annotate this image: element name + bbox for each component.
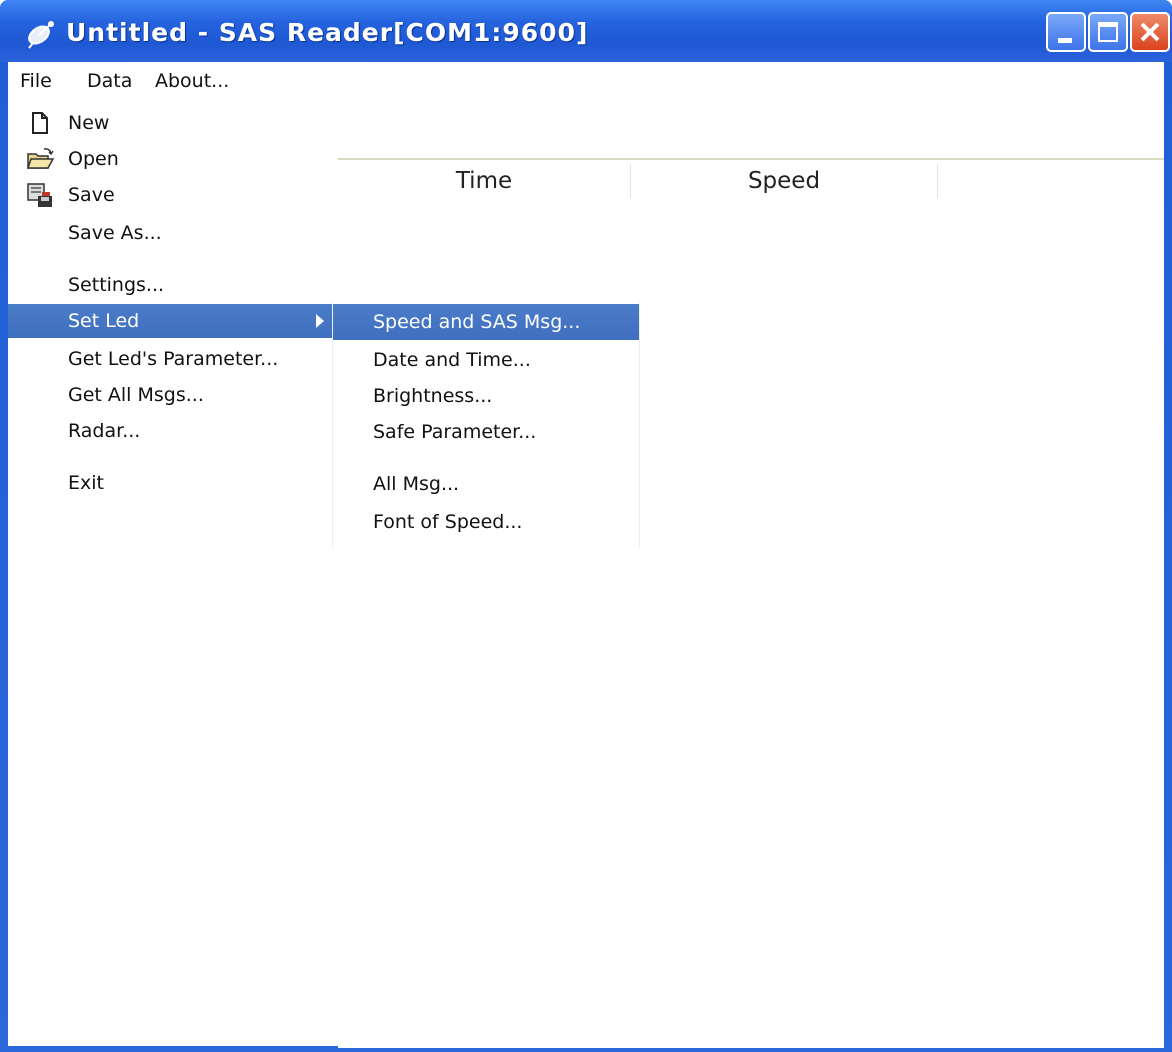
menu-about[interactable]: About... [155,70,229,92]
set-led-submenu: Speed and SAS Msg... Date and Time... Br… [332,302,640,548]
maximize-icon [1098,22,1118,42]
minimize-button[interactable] [1046,12,1086,52]
minimize-icon [1058,38,1072,43]
menu-item-get-led-parameter[interactable]: Get Led's Parameter... [8,342,334,376]
submenu-item-label: Speed and SAS Msg... [373,311,581,333]
menu-item-label: Set Led [68,310,140,332]
menu-item-exit[interactable]: Exit [8,466,334,500]
close-button[interactable] [1130,12,1170,52]
submenu-item-date-and-time[interactable]: Date and Time... [333,342,639,378]
menu-item-label: Save [68,184,115,206]
submenu-item-brightness[interactable]: Brightness... [333,378,639,414]
title-bar[interactable]: Untitled - SAS Reader[COM1:9600] [0,0,1172,62]
save-icon [27,183,52,207]
submenu-item-label: Brightness... [373,385,493,407]
menu-item-set-led[interactable]: Set Led [8,304,334,338]
data-list-view[interactable]: Time Speed [338,158,1164,1048]
menu-item-label: Open [68,148,119,170]
submenu-item-font-of-speed[interactable]: Font of Speed... [333,504,639,540]
menu-item-label: Settings... [68,274,165,296]
menu-bar: File Data About... [8,62,1164,100]
submenu-item-safe-parameter[interactable]: Safe Parameter... [333,414,639,450]
submenu-arrow-icon [316,314,324,328]
menu-item-label: Exit [68,472,104,494]
menu-item-new[interactable]: New [8,106,334,140]
submenu-item-label: All Msg... [373,473,460,495]
submenu-item-all-msg[interactable]: All Msg... [333,466,639,502]
menu-item-settings[interactable]: Settings... [8,268,334,302]
submenu-item-label: Date and Time... [373,349,531,371]
column-header-speed[interactable]: Speed [631,164,938,198]
menu-item-radar[interactable]: Radar... [8,414,334,448]
menu-item-save[interactable]: Save [8,178,334,212]
menu-item-open[interactable]: Open [8,142,334,176]
submenu-item-label: Font of Speed... [373,511,523,533]
submenu-item-label: Safe Parameter... [373,421,537,443]
app-window: Untitled - SAS Reader[COM1:9600] File Da… [0,0,1172,1052]
submenu-item-speed-and-sas-msg[interactable]: Speed and SAS Msg... [333,304,639,340]
menu-item-label: Get Led's Parameter... [68,348,279,370]
menu-file[interactable]: File [20,70,52,92]
new-document-icon [32,112,48,134]
menu-item-save-as[interactable]: Save As... [8,216,334,250]
satellite-dish-icon [28,21,54,49]
file-menu-dropdown: New Open Save Save As... Settings... Set… [8,100,334,512]
menu-data[interactable]: Data [87,70,132,92]
window-title: Untitled - SAS Reader[COM1:9600] [66,18,589,47]
menu-item-label: New [68,112,110,134]
menu-item-label: Save As... [68,222,162,244]
menu-item-label: Radar... [68,420,141,442]
maximize-button[interactable] [1088,12,1128,52]
open-folder-icon [26,148,54,169]
column-header-time[interactable]: Time [338,164,631,198]
menu-item-label: Get All Msgs... [68,384,204,406]
close-icon [1140,22,1160,42]
menu-item-get-all-msgs[interactable]: Get All Msgs... [8,378,334,412]
